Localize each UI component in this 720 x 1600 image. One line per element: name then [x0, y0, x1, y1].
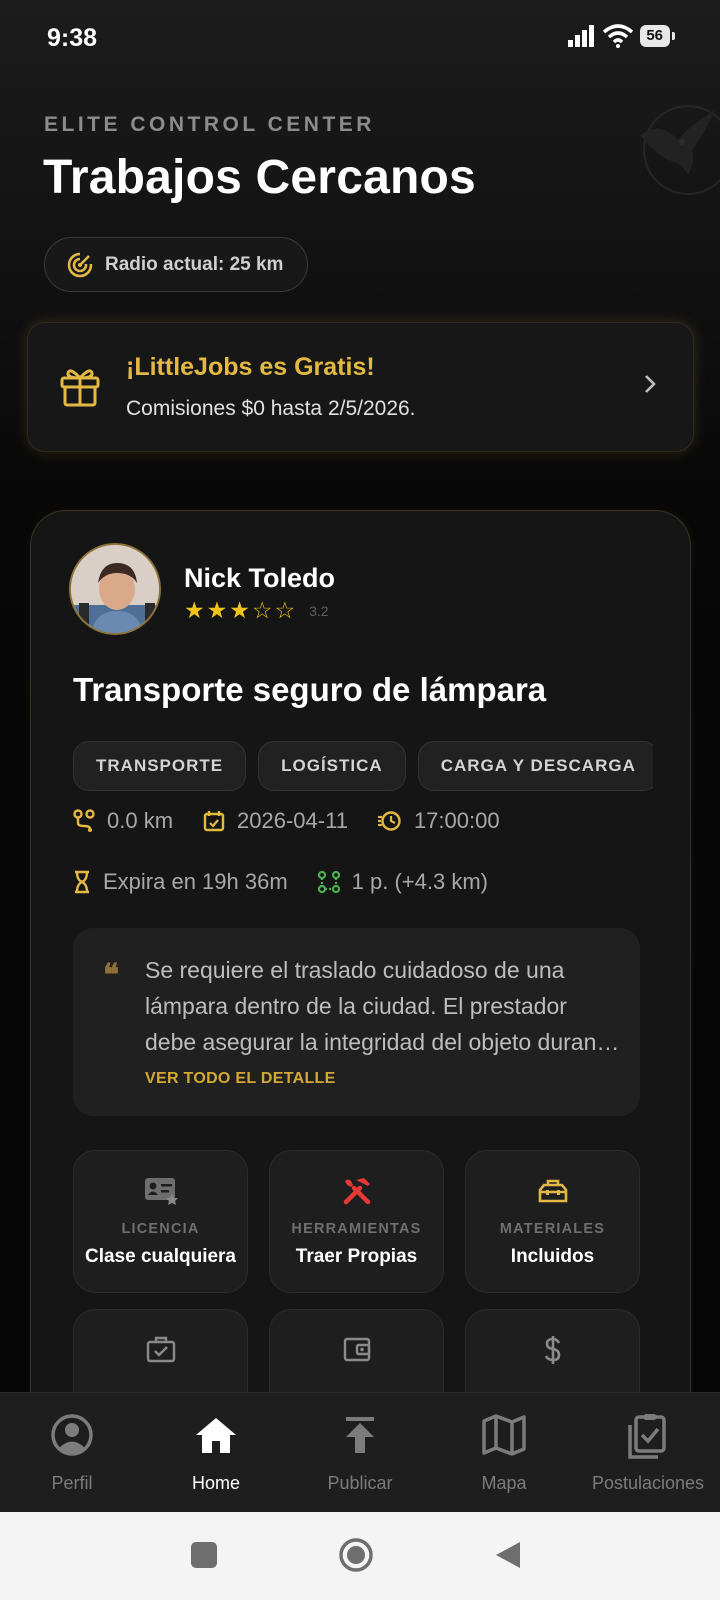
author-name[interactable]: Nick Toledo — [184, 563, 335, 594]
chevron-right-icon — [645, 375, 656, 393]
meta-row-secondary: Expira en 19h 36m 1 p. (+4.3 km) — [73, 869, 518, 895]
requirement-value: Traer Propias — [295, 1246, 418, 1267]
license-icon — [74, 1176, 247, 1206]
home-system-button[interactable] — [338, 1537, 374, 1573]
status-icons: 56 — [568, 24, 675, 48]
calendar-icon — [203, 811, 225, 832]
nav-label: Mapa — [481, 1473, 527, 1493]
hourglass-icon — [75, 870, 89, 894]
wifi-icon — [603, 24, 634, 48]
nav-item-home[interactable]: Home — [144, 1393, 288, 1512]
eagle-logo-icon — [640, 105, 720, 195]
requirement-license[interactable]: LICENCIA Clase cualquiera — [73, 1150, 248, 1293]
requirement-label: HERRAMIENTAS — [291, 1221, 422, 1237]
dollar-icon — [466, 1335, 639, 1365]
requirement-tools[interactable]: HERRAMIENTAS Traer Propias — [269, 1150, 444, 1293]
clipboard-check-icon — [576, 1413, 720, 1461]
expiry-value: Expira en 19h 36m — [103, 869, 288, 894]
page-title: Trabajos Cercanos — [43, 151, 476, 204]
nav-label: Perfil — [51, 1473, 93, 1493]
route-icon — [73, 809, 95, 832]
expiry-meta: Expira en 19h 36m — [73, 869, 288, 895]
nav-item-publicar[interactable]: Publicar — [288, 1393, 432, 1512]
battery-indicator: 56 — [640, 25, 675, 47]
avatar-photo — [71, 545, 159, 633]
tag-chip[interactable]: TRANSPORTE — [73, 741, 247, 791]
date-meta: 2026-04-11 — [203, 808, 348, 834]
time-meta: 17:00:00 — [377, 808, 500, 834]
rating-value: 3.2 — [309, 602, 329, 619]
star-full-icon: ★ — [206, 597, 228, 623]
requirement-label: LICENCIA — [121, 1221, 200, 1237]
meta-row-primary: 0.0 km 2026-04-11 17:00:00 — [73, 808, 530, 834]
time-value: 17:00:00 — [413, 808, 500, 833]
stops-meta: 1 p. (+4.3 km) — [317, 869, 489, 895]
description-box[interactable]: ❝ Se requiere el traslado cuidadoso de u… — [73, 928, 640, 1116]
nav-item-postulaciones[interactable]: Postulaciones — [576, 1393, 720, 1512]
requirement-materials[interactable]: MATERIALES Incluidos — [465, 1150, 640, 1293]
radius-label: Radio actual: 25 km — [105, 253, 284, 275]
status-bar: 9:38 56 — [0, 0, 720, 80]
date-value: 2026-04-11 — [237, 808, 348, 833]
nav-label: Publicar — [327, 1473, 393, 1493]
nav-label: Postulaciones — [591, 1473, 705, 1493]
star-full-icon: ★ — [184, 597, 205, 623]
promo-subtitle: Comisiones $0 hasta 2/5/2026. — [126, 397, 416, 420]
gift-icon — [60, 369, 100, 407]
tag-list: TRANSPORTE LOGÍSTICA CARGA Y DESCARGA — [73, 741, 653, 793]
tools-icon — [270, 1176, 443, 1206]
recents-button[interactable] — [190, 1541, 218, 1569]
upload-icon — [288, 1413, 432, 1461]
system-nav-bar — [0, 1512, 720, 1600]
rating-stars: ★ ★ ★ ☆ ☆ 3.2 — [184, 599, 329, 622]
back-button[interactable] — [494, 1540, 522, 1570]
tag-chip[interactable]: LOGÍSTICA — [258, 741, 406, 791]
toolbox-icon — [466, 1176, 639, 1206]
star-full-icon: ★ — [229, 597, 250, 623]
wallet-icon — [270, 1335, 443, 1365]
promo-banner[interactable]: ¡LittleJobs es Gratis! Comisiones $0 has… — [27, 322, 694, 452]
author-avatar[interactable] — [69, 543, 161, 635]
requirement-label: MATERIALES — [499, 1221, 606, 1237]
route-points-icon — [317, 871, 340, 893]
distance-value: 0.0 km — [107, 808, 174, 833]
job-card[interactable]: Nick Toledo ★ ★ ★ ☆ ☆ 3.2 Transporte seg… — [30, 510, 691, 1452]
status-time: 9:38 — [47, 24, 98, 52]
radius-chip[interactable]: Radio actual: 25 km — [44, 237, 309, 292]
job-title: Transporte seguro de lámpara — [73, 671, 547, 708]
nav-label: Home — [191, 1473, 240, 1493]
requirement-value: Clase cualquiera — [84, 1246, 237, 1267]
account-circle-icon — [0, 1413, 144, 1461]
nav-item-perfil[interactable]: Perfil — [0, 1393, 144, 1512]
signal-icon — [568, 25, 595, 47]
map-icon — [432, 1413, 576, 1461]
bottom-nav: Perfil Home Publicar Mapa Postulaciones — [0, 1392, 720, 1512]
radar-icon — [67, 251, 93, 277]
briefcase-check-icon — [74, 1335, 247, 1365]
quote-icon: ❝ — [103, 958, 120, 993]
clock-icon — [377, 811, 401, 831]
star-empty-icon: ☆ — [274, 597, 296, 623]
tag-chip[interactable]: CARGA Y DESCARGA — [417, 741, 653, 791]
see-more-link[interactable]: VER TODO EL DETALLE — [145, 1070, 336, 1088]
nav-item-mapa[interactable]: Mapa — [432, 1393, 576, 1512]
header-eyebrow: ELITE CONTROL CENTER — [44, 113, 375, 136]
requirement-value: Incluidos — [510, 1246, 595, 1267]
distance-meta: 0.0 km — [73, 808, 173, 834]
stops-value: 1 p. (+4.3 km) — [351, 869, 489, 894]
home-icon — [144, 1413, 288, 1461]
promo-title: ¡LittleJobs es Gratis! — [126, 353, 375, 381]
star-empty-icon: ☆ — [251, 597, 273, 623]
description-text: Se requiere el traslado cuidadoso de una… — [145, 957, 616, 1055]
app-screen: 9:38 56 ELITE CONTROL CENTER Trabajos Ce… — [0, 0, 720, 1600]
